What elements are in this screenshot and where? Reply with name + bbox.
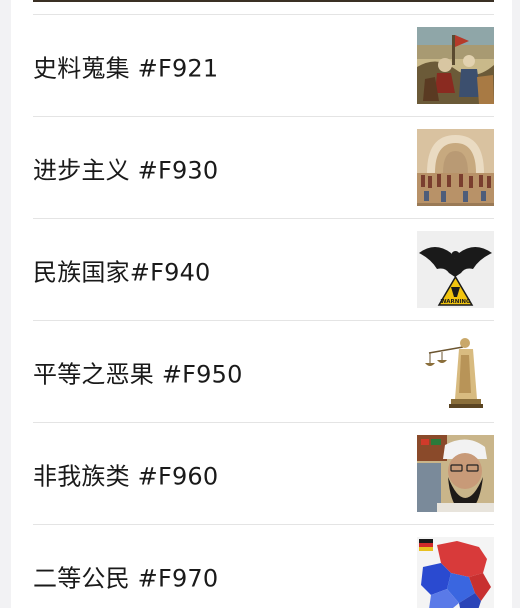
bearded-man-portrait-icon bbox=[417, 435, 494, 512]
article-title: 二等公民 #F970 bbox=[33, 564, 219, 592]
article-list-screen: 史料蒐集 #F921 进步主义 #F930 民族国家#F940 WARNING … bbox=[0, 0, 520, 608]
article-item-f960[interactable]: 非我族类 #F960 bbox=[33, 423, 494, 524]
article-title: 平等之恶果 #F950 bbox=[33, 360, 243, 388]
article-item-f970[interactable]: 二等公民 #F970 bbox=[33, 525, 494, 608]
article-title: 非我族类 #F960 bbox=[33, 462, 219, 490]
article-item-f940[interactable]: 民族国家#F940 WARNING bbox=[33, 219, 494, 320]
school-of-athens-icon bbox=[417, 129, 494, 206]
article-title: 史料蒐集 #F921 bbox=[33, 54, 219, 82]
article-list: 史料蒐集 #F921 进步主义 #F930 民族国家#F940 WARNING … bbox=[33, 14, 494, 608]
justice-statue-icon bbox=[417, 333, 494, 410]
left-gutter bbox=[0, 0, 11, 608]
svg-text:WARNING: WARNING bbox=[440, 299, 471, 305]
eagle-emblem-icon: WARNING bbox=[417, 231, 494, 308]
region-map-icon bbox=[417, 537, 494, 608]
article-item-f950[interactable]: 平等之恶果 #F950 bbox=[33, 321, 494, 422]
article-item-f930[interactable]: 进步主义 #F930 bbox=[33, 117, 494, 218]
article-title: 民族国家#F940 bbox=[33, 258, 211, 286]
previous-item-image-edge bbox=[33, 0, 494, 2]
article-item-f921[interactable]: 史料蒐集 #F921 bbox=[33, 15, 494, 116]
battle-painting-icon bbox=[417, 27, 494, 104]
right-gutter bbox=[512, 0, 520, 608]
article-title: 进步主义 #F930 bbox=[33, 156, 219, 184]
